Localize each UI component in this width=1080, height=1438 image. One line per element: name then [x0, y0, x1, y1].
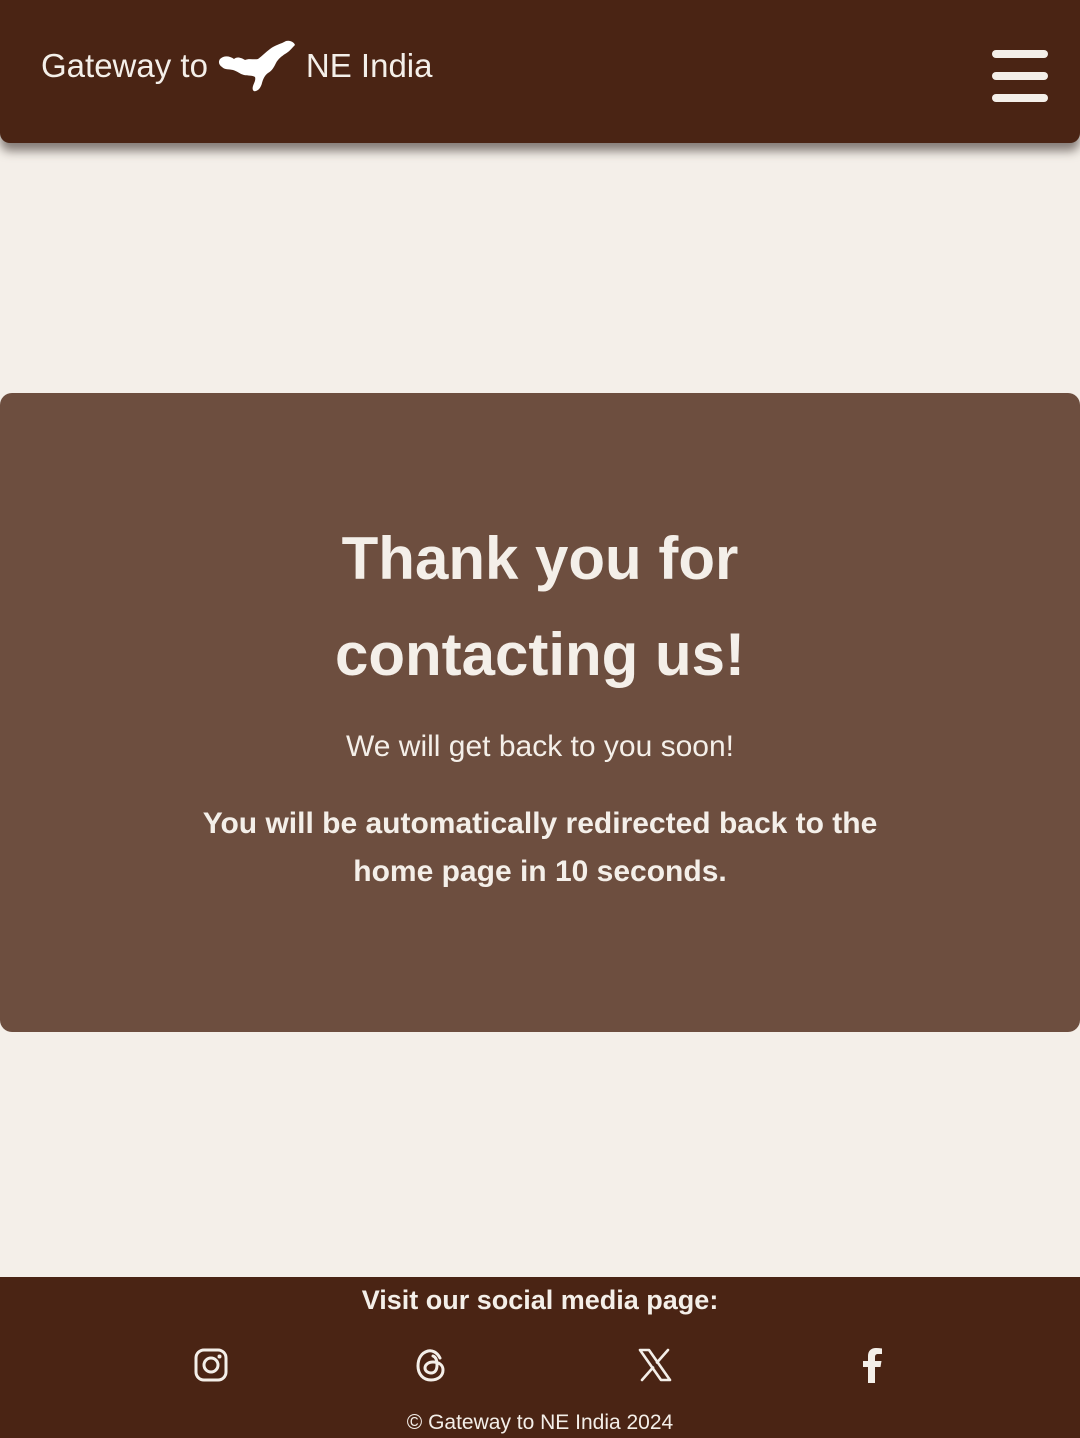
- social-heading: Visit our social media page:: [361, 1285, 719, 1315]
- menu-bar: [992, 50, 1048, 58]
- x-icon[interactable]: [635, 1345, 675, 1385]
- thank-you-title: Thank you for contacting us!: [334, 525, 745, 688]
- site-footer: Visit our social media page: © Gateway t…: [0, 1277, 1080, 1438]
- redirect-notice: You will be automatically redirected bac…: [202, 807, 878, 888]
- instagram-icon[interactable]: [191, 1345, 231, 1385]
- site-header: Gateway to NE India: [0, 0, 1080, 143]
- thank-you-card: Thank you for contacting us! We will get…: [0, 393, 1080, 1032]
- menu-bar: [992, 72, 1048, 80]
- brand-logo-link[interactable]: Gateway to NE India: [41, 38, 433, 94]
- threads-icon[interactable]: [411, 1345, 451, 1385]
- hamburger-menu-icon[interactable]: [990, 50, 1048, 102]
- assam-map-icon: [218, 39, 296, 93]
- brand-prefix: Gateway to: [41, 47, 208, 84]
- menu-bar: [992, 94, 1048, 102]
- thank-you-subtitle: We will get back to you soon!: [346, 730, 734, 763]
- brand-suffix: NE India: [305, 47, 433, 84]
- facebook-icon[interactable]: [852, 1345, 892, 1385]
- copyright-text: © Gateway to NE India 2024: [406, 1411, 674, 1434]
